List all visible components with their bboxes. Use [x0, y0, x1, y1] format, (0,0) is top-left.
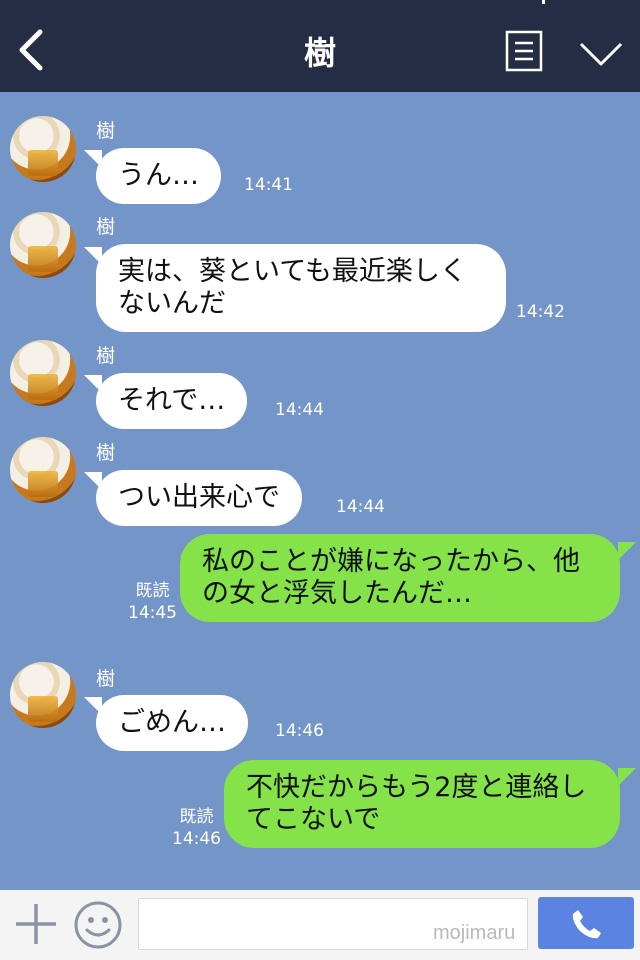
- bubble-tail: [618, 542, 636, 560]
- page-title: 樹: [303, 34, 336, 72]
- message-bubble[interactable]: うん…: [96, 148, 221, 204]
- message-bubble[interactable]: ごめん…: [96, 695, 248, 751]
- sender-name: 樹: [96, 442, 116, 464]
- message-time: 14:42: [516, 302, 565, 322]
- read-receipt: 既読 14:46: [172, 806, 221, 850]
- avatar[interactable]: [10, 437, 76, 503]
- bubble-tail: [618, 768, 636, 786]
- read-receipt: 既読 14:45: [128, 580, 177, 624]
- smiley-icon[interactable]: [73, 900, 123, 950]
- phone-icon: [572, 910, 601, 939]
- message-time: 14:45: [128, 603, 177, 623]
- read-label: 既読: [135, 581, 170, 601]
- sender-name: 樹: [96, 216, 116, 238]
- avatar[interactable]: [10, 116, 76, 182]
- sender-name: 樹: [96, 345, 116, 367]
- chat-header: 樹: [0, 0, 640, 92]
- avatar[interactable]: [10, 212, 76, 278]
- watermark: mojimaru: [433, 922, 516, 944]
- message-bubble[interactable]: 不快だからもう2度と連絡してこないで: [224, 760, 620, 848]
- message-time: 14:44: [336, 497, 385, 517]
- message-time: 14:46: [275, 721, 324, 741]
- status-tick: [542, 0, 545, 4]
- menu-list-icon[interactable]: [505, 30, 543, 72]
- message-bubble[interactable]: 私のことが嫌になったから、他の女と浮気したんだ…: [180, 534, 620, 622]
- message-time: 14:44: [275, 400, 324, 420]
- call-button[interactable]: [538, 897, 634, 949]
- avatar[interactable]: [10, 662, 76, 728]
- sender-name: 樹: [96, 668, 116, 690]
- message-bubble[interactable]: つい出来心で: [96, 470, 302, 526]
- message-time: 14:46: [172, 829, 221, 849]
- chevron-down-icon[interactable]: [578, 38, 624, 68]
- read-label: 既読: [179, 807, 214, 827]
- plus-icon[interactable]: [14, 902, 58, 946]
- message-time: 14:41: [244, 175, 293, 195]
- message-bubble[interactable]: それで…: [96, 373, 248, 429]
- sender-name: 樹: [96, 120, 116, 142]
- avatar[interactable]: [10, 340, 76, 406]
- message-bubble[interactable]: 実は、葵といても最近楽しくないんだ: [96, 244, 506, 332]
